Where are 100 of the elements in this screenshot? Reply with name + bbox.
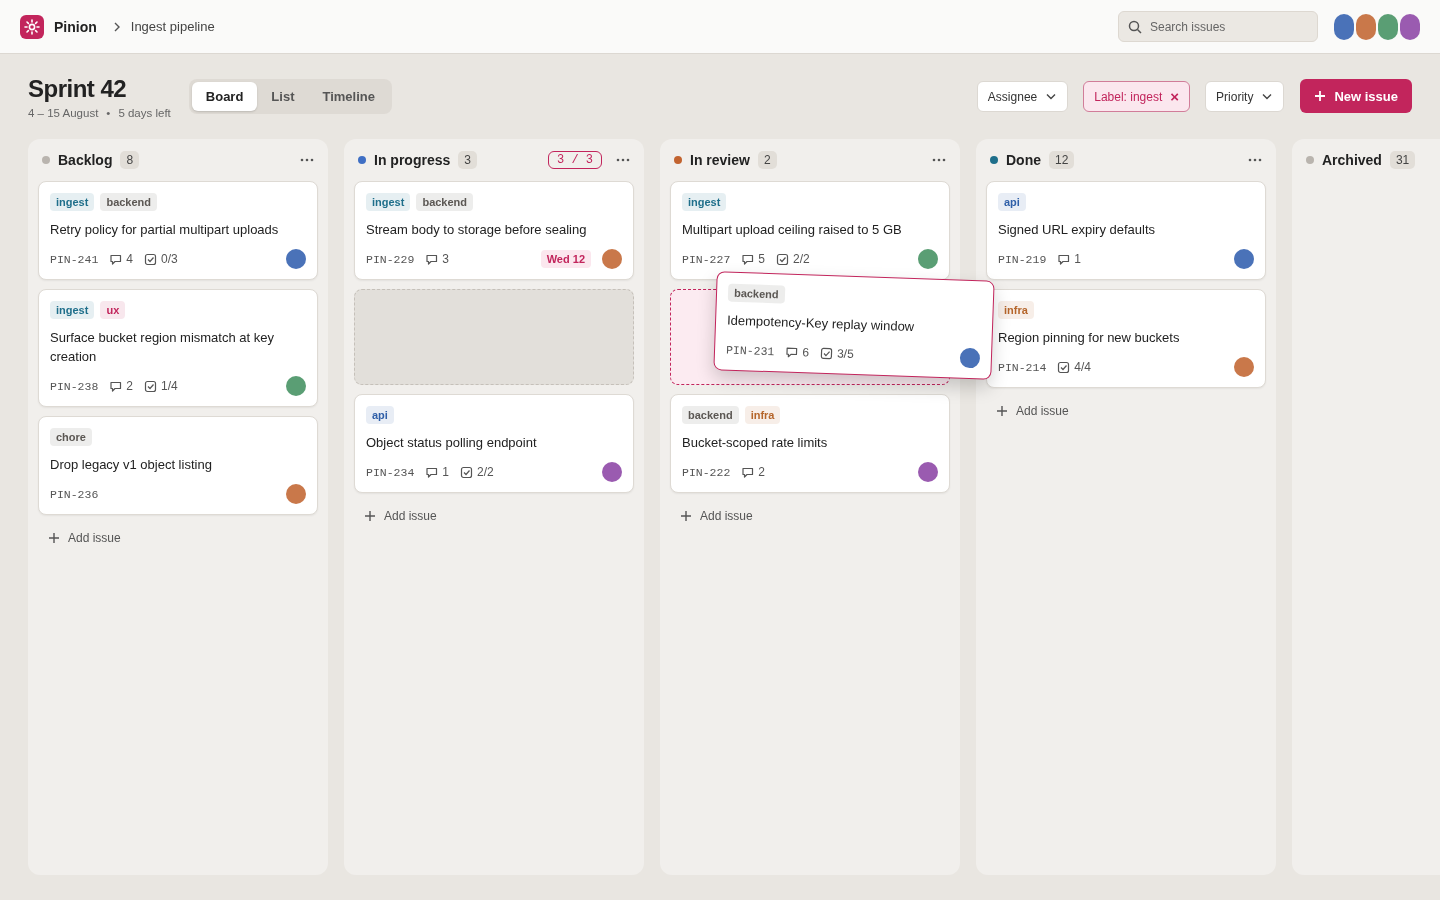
- comment-icon: [109, 252, 123, 266]
- comment-count: 2: [758, 465, 765, 479]
- separator-dot: •: [106, 107, 111, 119]
- column-title: In review: [690, 152, 750, 168]
- user-avatar[interactable]: [1356, 13, 1376, 40]
- add-issue-button[interactable]: Add issue: [354, 493, 447, 539]
- issue-title: Retry policy for partial multipart uploads: [50, 221, 280, 239]
- plus-icon: [1314, 90, 1327, 102]
- subtask-count: 2/2: [793, 252, 810, 266]
- plus-icon: [996, 405, 1008, 417]
- issue-id: PIN-231: [725, 343, 775, 358]
- subtask-icon: [460, 465, 473, 479]
- filter-dropdown[interactable]: Priority: [1205, 81, 1285, 112]
- breadcrumb-link[interactable]: Ingest pipeline: [130, 19, 215, 34]
- sprint-title: Sprint 42: [28, 74, 128, 104]
- issue-id: PIN-219: [998, 252, 1047, 266]
- comment-count: 6: [802, 345, 810, 360]
- issue-count: 12: [1049, 151, 1075, 169]
- issue-card[interactable]: chore Drop legacy v1 object listing PIN-236: [38, 416, 318, 515]
- issue-id: PIN-234: [366, 465, 415, 479]
- issue-count: 2: [757, 151, 777, 169]
- logo-icon[interactable]: [20, 14, 44, 39]
- issue-title: Idempotency-Key replay window: [726, 311, 916, 337]
- issue-card[interactable]: infra Region pinning for new buckets PIN-214 4/4: [986, 289, 1266, 388]
- subtask-icon: [776, 252, 789, 266]
- app-name[interactable]: Pinion: [54, 18, 97, 35]
- issue-tag: backend: [727, 283, 785, 304]
- wip-limit: 3 / 3: [548, 151, 602, 169]
- add-issue-button[interactable]: Add issue: [986, 388, 1079, 434]
- new-issue-button[interactable]: New issue: [1300, 79, 1412, 113]
- subtask-count: 2/2: [477, 465, 494, 479]
- comment-count: 2: [126, 379, 133, 393]
- comment-count: 1: [1074, 252, 1081, 266]
- issue-count: 3: [458, 151, 477, 169]
- column-title: In progress: [374, 152, 451, 168]
- issue-card[interactable]: api Object status polling endpoint PIN-234 1 2/2: [354, 394, 634, 493]
- issue-card[interactable]: ingest ux Surface bucket region mismatch at key creation PIN-238 2 1/4: [38, 289, 318, 407]
- plus-icon: [680, 510, 692, 522]
- column-title: Archived: [1322, 152, 1382, 168]
- issue-id: PIN-236: [50, 487, 99, 501]
- comment-count: 3: [442, 252, 449, 266]
- user-avatar[interactable]: [1378, 13, 1398, 40]
- view-tab[interactable]: Board: [191, 82, 258, 111]
- issue-count: 8: [120, 151, 140, 169]
- search-field[interactable]: Search issues: [1118, 11, 1318, 42]
- comment-count: 1: [442, 465, 449, 479]
- dragged-issue-card[interactable]: backend Idempotency-Key replay window PIN-231 6 3/5: [713, 271, 995, 380]
- subtask-icon: [144, 379, 157, 393]
- issue-tag: ingest: [682, 193, 727, 211]
- add-issue-button[interactable]: Add issue: [670, 493, 763, 539]
- issue-count: 31: [1389, 151, 1416, 169]
- comment-icon: [785, 345, 799, 359]
- more-icon[interactable]: [1248, 157, 1262, 163]
- issue-tag: backend: [682, 406, 739, 424]
- issue-tag: chore: [50, 428, 92, 446]
- issue-id: PIN-214: [998, 360, 1047, 374]
- issue-tag: ux: [100, 301, 126, 319]
- add-issue-button[interactable]: Add issue: [38, 515, 131, 561]
- subtask-icon: [819, 346, 834, 360]
- issue-title: Object status polling endpoint: [366, 434, 538, 452]
- issue-tag: ingest: [366, 193, 411, 211]
- issue-tag: backend: [100, 193, 158, 211]
- view-tab[interactable]: List: [257, 82, 309, 111]
- column-title: Backlog: [58, 152, 113, 168]
- issue-title: Signed URL expiry defaults: [998, 221, 1157, 239]
- issue-card[interactable]: api Signed URL expiry defaults PIN-219 1: [986, 181, 1266, 280]
- remove-filter-button[interactable]: ×: [1170, 88, 1180, 105]
- issue-id: PIN-238: [50, 379, 99, 393]
- issue-card[interactable]: backend infra Bucket-scoped rate limits PIN-222 2: [670, 394, 950, 493]
- more-icon[interactable]: [932, 157, 946, 163]
- comment-icon: [741, 252, 755, 266]
- days-left: 5 days left: [118, 107, 171, 119]
- issue-tag: backend: [416, 193, 474, 211]
- issue-id: PIN-241: [50, 252, 99, 266]
- view-tab[interactable]: Timeline: [308, 82, 389, 111]
- sprint-dates: 4 – 15 August: [28, 107, 99, 119]
- comment-icon: [1057, 252, 1071, 266]
- issue-title: Multipart upload ceiling raised to 5 GB: [682, 221, 903, 239]
- more-icon[interactable]: [616, 157, 630, 163]
- filter-dropdown[interactable]: Assignee: [976, 81, 1069, 112]
- plus-icon: [48, 532, 60, 544]
- issue-card[interactable]: ingest Multipart upload ceiling raised to 5 GB PIN-227 5 2/2: [670, 181, 950, 280]
- issue-id: PIN-227: [682, 252, 731, 266]
- more-icon[interactable]: [300, 157, 314, 163]
- issue-tag: infra: [744, 406, 781, 424]
- subtask-count: 1/4: [161, 379, 178, 393]
- comment-count: 4: [126, 252, 133, 266]
- comment-count: 5: [758, 252, 765, 266]
- user-avatar[interactable]: [1400, 13, 1420, 40]
- comment-icon: [425, 252, 439, 266]
- issue-card[interactable]: ingest backend Stream body to storage before sealing PIN-229 3 Wed 12: [354, 181, 634, 280]
- issue-tag: api: [366, 406, 394, 424]
- user-avatar[interactable]: [1334, 13, 1354, 40]
- label-filter-chip[interactable]: Label: ingest ×: [1083, 81, 1191, 112]
- column-title: Done: [1006, 152, 1041, 168]
- subtask-icon: [144, 252, 157, 266]
- plus-icon: [364, 510, 376, 522]
- subtask-count: 0/3: [161, 252, 178, 266]
- issue-card[interactable]: ingest backend Retry policy for partial multipart uploads PIN-241 4 0/3: [38, 181, 318, 280]
- chevron-icon: [112, 20, 121, 33]
